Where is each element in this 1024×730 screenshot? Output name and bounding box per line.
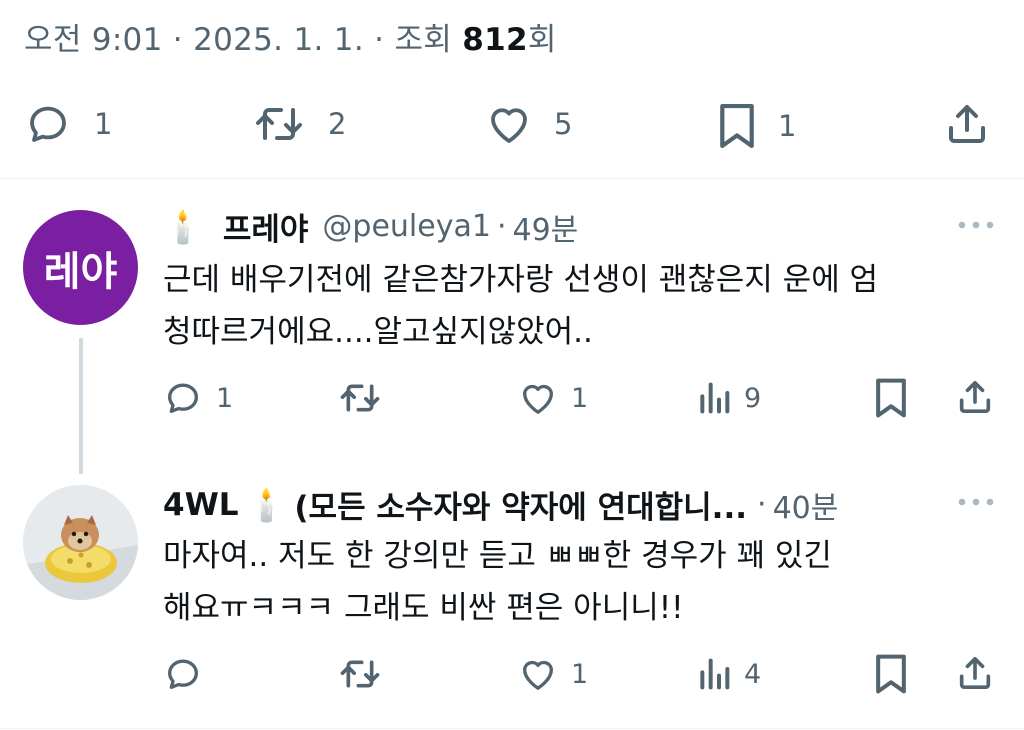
share-icon (959, 657, 991, 689)
retweet-icon (340, 660, 380, 688)
heart-icon (523, 660, 553, 690)
dog-photo-icon (23, 485, 138, 600)
reply-icon (30, 106, 66, 142)
retweet-button[interactable]: 2 (250, 100, 346, 148)
retweet-count: 2 (328, 107, 347, 141)
more-dots-icon (958, 498, 994, 506)
views-label: 조회 (394, 22, 453, 58)
reply-text-line: 해요ㅠㅋㅋㅋ 그래도 비싼 편은 아니니!! (163, 590, 684, 626)
views-button[interactable]: 4 (696, 654, 761, 694)
analytics-icon (700, 658, 730, 690)
like-count: 1 (571, 658, 589, 690)
thread-connector-line (79, 338, 83, 474)
reply-count: 1 (216, 382, 234, 414)
views-suffix: 회 (527, 22, 557, 58)
reply-text-line: 마자여.. 저도 한 강의만 듣고 ㅃㅃ한 경우가 꽤 있긴 (163, 538, 832, 574)
retweet-icon (256, 108, 302, 140)
tweet-time: 오전 9:01 (24, 22, 163, 58)
author-name[interactable]: 프레야 (223, 204, 309, 249)
like-button[interactable]: 5 (484, 100, 572, 148)
heart-icon (491, 108, 527, 143)
analytics-icon (700, 382, 730, 414)
reply-header: 4WL 🕯️ (모든 소수자와 약자에 연대합니... · 40분 (163, 482, 838, 527)
heart-icon (523, 384, 553, 414)
views-count: 9 (744, 382, 762, 414)
tweet-meta: 오전 9:01 · 2025. 1. 1. · 조회 812회 (24, 14, 557, 59)
bookmark-icon (876, 654, 906, 694)
bookmark-icon (876, 378, 906, 418)
reply-header: 🕯️ 프레야 @peuleya1 · 49분 (163, 204, 578, 249)
like-button[interactable]: 1 (517, 654, 588, 694)
reply-text-line: 근데 배우기전에 같은참가자랑 선생이 괜찮은지 운에 엄 (163, 262, 879, 298)
share-icon (949, 105, 985, 143)
more-dots-icon (958, 221, 994, 229)
divider (0, 178, 1024, 179)
retweet-button[interactable] (336, 378, 384, 418)
header-separator: · (496, 209, 507, 244)
bookmark-count: 1 (778, 109, 797, 143)
bookmark-button[interactable] (872, 652, 910, 696)
reply-button[interactable] (162, 654, 204, 694)
views-count: 812 (462, 22, 528, 58)
meta-separator: · (172, 22, 183, 58)
reply-time[interactable]: 49분 (512, 205, 578, 249)
share-icon (959, 381, 991, 413)
reply-text: 근데 배우기전에 같은참가자랑 선생이 괜찮은지 운에 엄 청따르거에요....… (163, 254, 1008, 358)
reply-button[interactable]: 1 (22, 100, 112, 148)
more-options-button[interactable] (956, 215, 996, 239)
author-name[interactable]: 4WL (163, 487, 239, 523)
reply-button[interactable]: 1 (162, 378, 233, 418)
views-count: 4 (744, 658, 762, 690)
views-button[interactable]: 9 (696, 378, 761, 418)
tweet-date: 2025. 1. 1. (193, 22, 364, 58)
retweet-button[interactable] (336, 654, 384, 694)
reply-text: 마자여.. 저도 한 강의만 듣고 ㅃㅃ한 경우가 꽤 있긴 해요ㅠㅋㅋㅋ 그래… (163, 530, 1008, 634)
author-name-suffix[interactable]: (모든 소수자와 약자에 연대합니... (294, 482, 747, 527)
reply-icon (168, 659, 198, 689)
like-count: 5 (554, 107, 573, 141)
bookmark-icon (720, 103, 754, 149)
retweet-icon (340, 384, 380, 412)
more-options-button[interactable] (956, 492, 996, 516)
divider (0, 728, 1024, 729)
like-count: 1 (571, 382, 589, 414)
share-button[interactable] (942, 100, 992, 148)
avatar[interactable] (23, 485, 138, 600)
like-button[interactable]: 1 (517, 378, 588, 418)
candle-icon: 🕯️ (163, 207, 203, 246)
avatar[interactable]: 레야 (23, 210, 138, 325)
avatar-text: 레야 (43, 248, 118, 295)
share-button[interactable] (955, 652, 995, 694)
author-handle[interactable]: @peuleya1 (322, 209, 491, 244)
meta-separator: · (374, 22, 385, 58)
bookmark-button[interactable] (872, 376, 910, 420)
bookmark-button[interactable]: 1 (716, 100, 796, 152)
reply-time[interactable]: 40분 (773, 483, 839, 527)
reply-count: 1 (94, 107, 113, 141)
candle-icon: 🕯️ (246, 485, 287, 524)
reply-text-line: 청따르거에요....알고싶지않았어.. (163, 314, 593, 350)
reply-icon (168, 383, 198, 413)
share-button[interactable] (955, 376, 995, 418)
header-separator: · (757, 487, 767, 522)
